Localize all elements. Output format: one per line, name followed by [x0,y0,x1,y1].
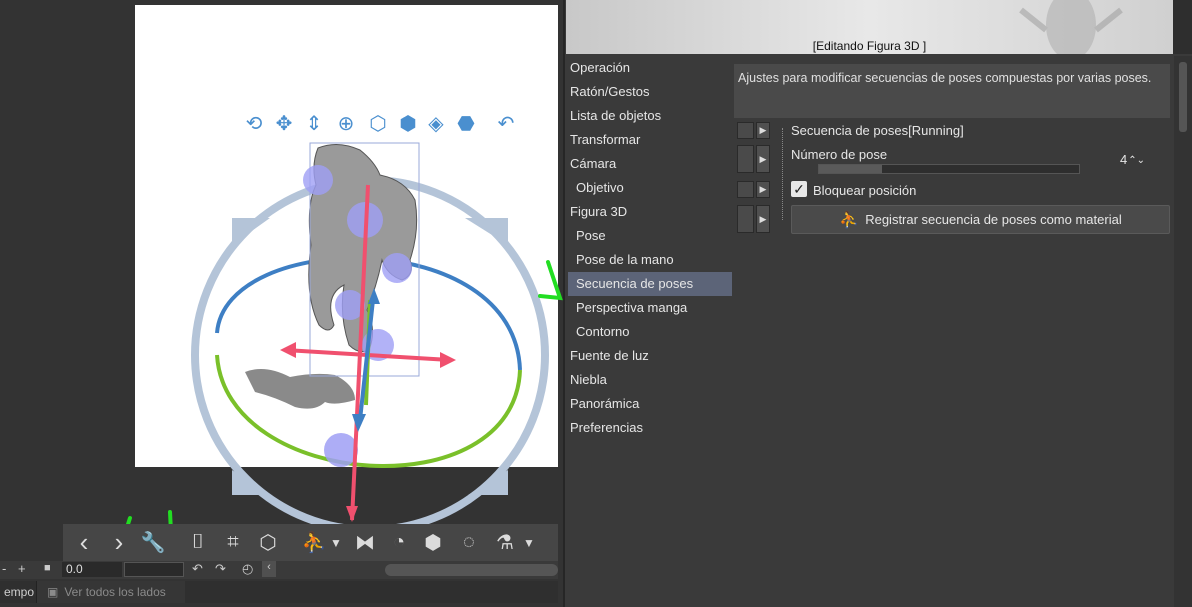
previous-icon[interactable]: ‹ [68,524,100,561]
menu-item[interactable]: Lista de objetos [566,104,734,128]
toggle-button[interactable] [737,122,754,139]
dropdown-arrow-icon[interactable]: ▼ [521,524,537,561]
object-launcher: ‹ › 🔧 ⌷ ⌗ ⬡ ⛹ ▼ ⧓ ◔ ⬢ ◌ ⚗ ▼ [63,524,558,561]
plus-icon[interactable]: + [18,561,26,576]
red-arrow-down [346,506,358,522]
joint-handle [303,165,333,195]
reset-object-icon[interactable]: ⬢ [419,524,447,561]
toggle-button[interactable] [737,145,754,173]
lock-position-label: Bloquear posición [813,183,917,198]
register-sequence-button[interactable]: ⛹ Registrar secuencia de poses como mate… [791,205,1170,234]
menu-item[interactable]: Fuente de luz [566,344,734,368]
menu-item[interactable]: Transformar [566,128,734,152]
move-camera-icon[interactable]: ⇕ [300,110,328,138]
camera-icon[interactable]: ⌷ [183,524,213,561]
sequence-label: Secuencia de poses[Running] [791,123,964,138]
tab-timeline[interactable]: empo [0,581,38,603]
ground-icon[interactable]: ⬡ [253,524,283,561]
rotate-camera-icon[interactable]: ⟲ [240,110,268,138]
register-material-icon: ⛹ [839,211,860,229]
scrollbar-thumb[interactable] [1179,62,1187,132]
red-arrow-right [440,352,456,368]
next-icon[interactable]: › [103,524,135,561]
fit-view-icon[interactable]: ⌗ [218,524,248,561]
tab-all-sides[interactable]: ▣ Ver todos los lados [36,581,185,603]
blue-arrow-down [352,414,366,432]
menu-item[interactable]: Ratón/Gestos [566,80,734,104]
menu-item[interactable]: Secuencia de poses [568,272,732,296]
menu-item[interactable]: Cámara [566,152,734,176]
menu-item[interactable]: Perspectiva manga [566,296,734,320]
history-icon[interactable]: ◴ [242,561,253,577]
annotation-bracket [538,260,563,301]
horizontal-scrollbar[interactable] [385,564,558,576]
rotate-object-2-icon[interactable]: ⬢ [394,110,422,138]
menu-item[interactable]: Contorno [566,320,734,344]
flip-pose-icon[interactable]: ⧓ [351,524,379,561]
rotate-reset-icon[interactable]: ◌ [455,524,483,561]
wrench-icon[interactable]: 🔧 [135,524,171,561]
menu-item[interactable]: Panorámica [566,392,734,416]
panel-scrollbar[interactable] [1174,56,1192,607]
stepper-arrows-icon[interactable]: ⌃⌄ [1128,155,1145,166]
row-controls-register: ▶ [737,205,770,233]
red-arrow-left [280,342,296,358]
register-sequence-label: Registrar secuencia de poses como materi… [865,212,1122,227]
menu-item[interactable]: Figura 3D [566,200,734,224]
tree-connector [782,128,784,220]
scale-object-icon[interactable]: ⬣ [452,110,480,138]
figure-settings-icon[interactable]: ⚗ [491,524,519,561]
pose-material-icon[interactable]: ⛹ [298,524,330,561]
row-controls-sequence: ▶ [737,122,770,139]
pose-number-label: Número de pose [791,147,888,162]
lock-joint-icon[interactable]: ◔ [385,524,413,561]
play-icon[interactable]: ▶ [756,145,770,173]
menu-item[interactable]: Objetivo [566,176,734,200]
move-object-icon[interactable]: ⊕ [332,110,360,138]
category-menu: Operación Ratón/Gestos Lista de objetos Tra… [566,56,734,440]
rotate-object-icon[interactable]: ⬡ [364,110,392,138]
undo-icon[interactable]: ↶ [192,561,203,577]
tab-all-sides-label: Ver todos los lados [64,585,166,599]
timeline-bar: - + ■ 0.0 ↶ ↷ ◴ ‹ [0,561,558,579]
description-text: Ajustes para modificar secuencias de pos… [734,64,1170,118]
play-icon[interactable]: ▶ [756,122,770,139]
preview-scrollbar[interactable] [1173,0,1192,54]
pose-number-stepper[interactable]: 4⌃⌄ [1120,152,1145,167]
menu-item[interactable]: Pose [566,224,734,248]
pan-camera-icon[interactable]: ✥ [270,110,298,138]
pose-number-value: 4 [1120,152,1128,167]
snap-floor-icon[interactable]: ◈ [422,110,450,138]
menu-item[interactable]: Preferencias [566,416,734,440]
preview-area: [Editando Figura 3D ] [566,0,1173,54]
play-icon[interactable]: ▶ [756,205,770,233]
time-field[interactable]: 0.0 [62,562,122,577]
undo-rotation-icon[interactable]: ↶ [492,110,520,138]
figure-shadow [245,368,355,409]
stop-icon[interactable]: ■ [44,562,51,574]
row-controls-lock: ▶ [737,181,770,198]
menu-item[interactable]: Pose de la mano [566,248,734,272]
lock-position-checkbox[interactable]: ✓ [791,181,807,197]
play-icon[interactable]: ▶ [756,181,770,198]
chevron-left-icon[interactable]: ‹ [262,561,276,577]
3d-figure-gizmo[interactable] [0,0,563,530]
time-slider[interactable] [124,562,184,577]
joint-handle [382,253,412,283]
row-controls-pose-number: ▶ [737,145,770,173]
pose-number-slider[interactable] [818,164,1080,174]
camera-tab-icon: ▣ [47,585,59,599]
slider-fill [819,165,882,173]
menu-item[interactable]: Operación [566,56,734,80]
toggle-button[interactable] [737,181,754,198]
redo-icon[interactable]: ↷ [215,561,226,577]
minus-icon[interactable]: - [2,561,6,576]
preview-label: [Editando Figura 3D ] [812,39,927,53]
tab-bar: empo ▣ Ver todos los lados [0,581,558,603]
toggle-button[interactable] [737,205,754,233]
menu-item[interactable]: Niebla [566,368,734,392]
dropdown-arrow-icon[interactable]: ▼ [328,524,344,561]
